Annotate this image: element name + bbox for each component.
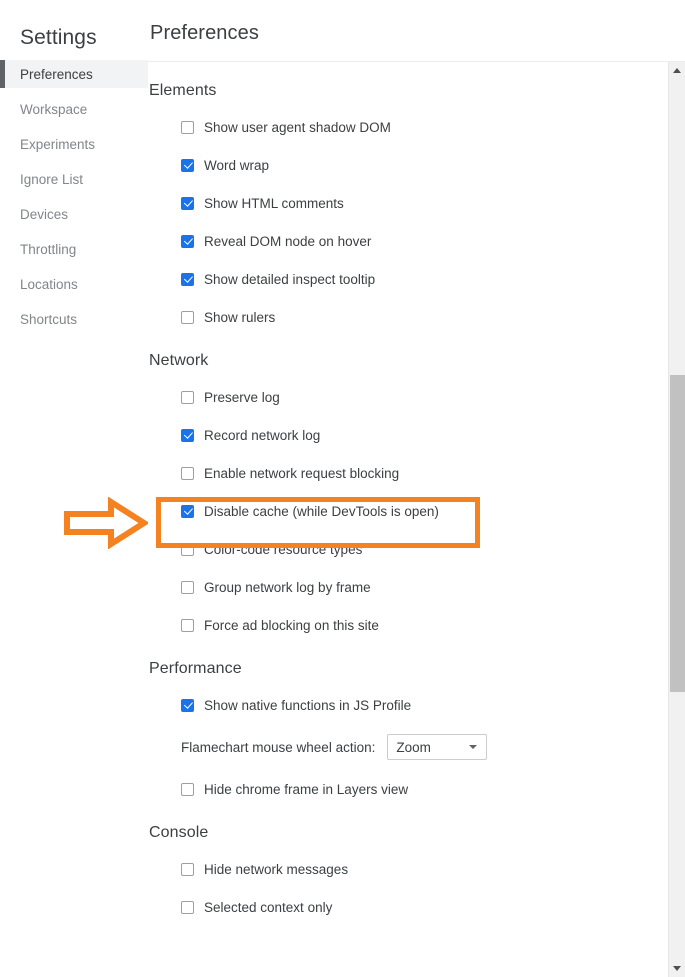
setting-row-selected-context-only[interactable]: Selected context only [148, 888, 651, 926]
setting-row-show-detailed-inspect-tooltip[interactable]: Show detailed inspect tooltip [148, 260, 651, 298]
sidebar-item-locations[interactable]: Locations [0, 270, 148, 298]
scrollbar-thumb[interactable] [670, 375, 685, 692]
setting-row-hide-chrome-frame-in-layers-view[interactable]: Hide chrome frame in Layers view [148, 770, 651, 808]
setting-label: Show rulers [204, 310, 275, 325]
setting-row-word-wrap[interactable]: Word wrap [148, 146, 651, 184]
section-heading: Console [148, 824, 651, 842]
section-console: Console Hide network messages Selected con… [148, 824, 651, 926]
checkbox-group-network-log-by-frame[interactable] [181, 581, 194, 594]
setting-row-show-user-agent-shadow-dom[interactable]: Show user agent shadow DOM [148, 108, 651, 146]
checkbox-force-ad-blocking-on-this-site[interactable] [181, 619, 194, 632]
setting-row-flamechart-mouse-wheel-action: Flamechart mouse wheel action: Zoom [148, 724, 651, 770]
sections-container: Elements Show user agent shadow DOM Word w… [148, 62, 651, 926]
section-heading: Performance [148, 660, 651, 678]
setting-label: Flamechart mouse wheel action: [181, 740, 375, 755]
checkbox-preserve-log[interactable] [181, 391, 194, 404]
sidebar-item-preferences[interactable]: Preferences [0, 60, 148, 88]
settings-sidebar: Settings Preferences Workspace Experiments… [0, 0, 148, 977]
sidebar-item-label: Preferences [20, 67, 93, 82]
page-title: Preferences [150, 22, 259, 45]
setting-label: Color-code resource types [204, 542, 362, 557]
setting-label: Enable network request blocking [204, 466, 399, 481]
setting-label: Preserve log [204, 390, 280, 405]
checkbox-color-code-resource-types[interactable] [181, 543, 194, 556]
setting-row-group-network-log-by-frame[interactable]: Group network log by frame [148, 568, 651, 606]
checkbox-show-user-agent-shadow-dom[interactable] [181, 121, 194, 134]
sidebar-item-label: Locations [20, 277, 78, 292]
setting-row-enable-network-request-blocking[interactable]: Enable network request blocking [148, 454, 651, 492]
setting-label: Reveal DOM node on hover [204, 234, 371, 249]
checkbox-show-native-functions-in-js-profile[interactable] [181, 699, 194, 712]
setting-row-disable-cache-while-devtools-is-open[interactable]: Disable cache (while DevTools is open) [148, 492, 651, 530]
checkbox-disable-cache-while-devtools-is-open[interactable] [181, 505, 194, 518]
scroll-down-arrow-icon[interactable] [669, 960, 685, 977]
sidebar-item-label: Workspace [20, 102, 87, 117]
checkbox-show-detailed-inspect-tooltip[interactable] [181, 273, 194, 286]
setting-row-hide-network-messages[interactable]: Hide network messages [148, 850, 651, 888]
setting-label: Hide chrome frame in Layers view [204, 782, 408, 797]
setting-label: Show detailed inspect tooltip [204, 272, 375, 287]
sidebar-item-devices[interactable]: Devices [0, 200, 148, 228]
checkbox-hide-network-messages[interactable] [181, 863, 194, 876]
checkbox-selected-context-only[interactable] [181, 901, 194, 914]
sidebar-item-label: Shortcuts [20, 312, 77, 327]
scroll-up-arrow-icon[interactable] [669, 62, 685, 79]
setting-label: Hide network messages [204, 862, 348, 877]
checkbox-enable-network-request-blocking[interactable] [181, 467, 194, 480]
setting-row-record-network-log[interactable]: Record network log [148, 416, 651, 454]
checkbox-word-wrap[interactable] [181, 159, 194, 172]
chevron-down-icon [469, 745, 477, 749]
vertical-scrollbar[interactable] [668, 62, 685, 977]
setting-label: Selected context only [204, 900, 332, 915]
sidebar-item-label: Experiments [20, 137, 95, 152]
setting-row-reveal-dom-node-on-hover[interactable]: Reveal DOM node on hover [148, 222, 651, 260]
setting-label: Word wrap [204, 158, 269, 173]
sidebar-item-shortcuts[interactable]: Shortcuts [0, 305, 148, 333]
dropdown-selected-value: Zoom [396, 740, 431, 755]
sidebar-item-experiments[interactable]: Experiments [0, 130, 148, 158]
checkbox-reveal-dom-node-on-hover[interactable] [181, 235, 194, 248]
setting-row-show-rulers[interactable]: Show rulers [148, 298, 651, 336]
section-performance: Performance Show native functions in JS P… [148, 660, 651, 808]
sidebar-nav-list: Preferences Workspace Experiments Ignore Li… [0, 60, 148, 340]
setting-row-preserve-log[interactable]: Preserve log [148, 378, 651, 416]
section-elements: Elements Show user agent shadow DOM Word w… [148, 82, 651, 336]
preferences-content: Elements Show user agent shadow DOM Word w… [148, 62, 651, 977]
sidebar-item-throttling[interactable]: Throttling [0, 235, 148, 263]
checkbox-show-rulers[interactable] [181, 311, 194, 324]
setting-label: Show native functions in JS Profile [204, 698, 411, 713]
setting-label: Disable cache (while DevTools is open) [204, 504, 439, 519]
checkbox-show-html-comments[interactable] [181, 197, 194, 210]
sidebar-item-label: Throttling [20, 242, 76, 257]
dropdown-flamechart-mouse-wheel-action[interactable]: Zoom [387, 734, 487, 760]
setting-label: Record network log [204, 428, 320, 443]
settings-dialog: × Settings PreferencesWorkspaceExperimen… [0, 0, 685, 977]
main-header: Preferences [148, 0, 685, 62]
setting-label: Show user agent shadow DOM [204, 120, 391, 135]
setting-label: Group network log by frame [204, 580, 371, 595]
sidebar-item-workspace[interactable]: Workspace [0, 95, 148, 123]
setting-row-show-html-comments[interactable]: Show HTML comments [148, 184, 651, 222]
section-network: Network Preserve log Record network log Ena… [148, 352, 651, 644]
sidebar-item-label: Ignore List [20, 172, 83, 187]
sidebar-item-ignore-list[interactable]: Ignore List [0, 165, 148, 193]
checkbox-hide-chrome-frame-in-layers-view[interactable] [181, 783, 194, 796]
setting-row-show-native-functions-in-js-profile[interactable]: Show native functions in JS Profile [148, 686, 651, 724]
setting-row-force-ad-blocking-on-this-site[interactable]: Force ad blocking on this site [148, 606, 651, 644]
section-heading: Elements [148, 82, 651, 100]
settings-main-panel: Preferences Elements Show user agent shad… [148, 0, 685, 977]
sidebar-item-label: Devices [20, 207, 68, 222]
setting-label: Force ad blocking on this site [204, 618, 379, 633]
checkbox-record-network-log[interactable] [181, 429, 194, 442]
setting-row-color-code-resource-types[interactable]: Color-code resource types [148, 530, 651, 568]
setting-label: Show HTML comments [204, 196, 344, 211]
section-heading: Network [148, 352, 651, 370]
sidebar-title: Settings [20, 26, 97, 50]
